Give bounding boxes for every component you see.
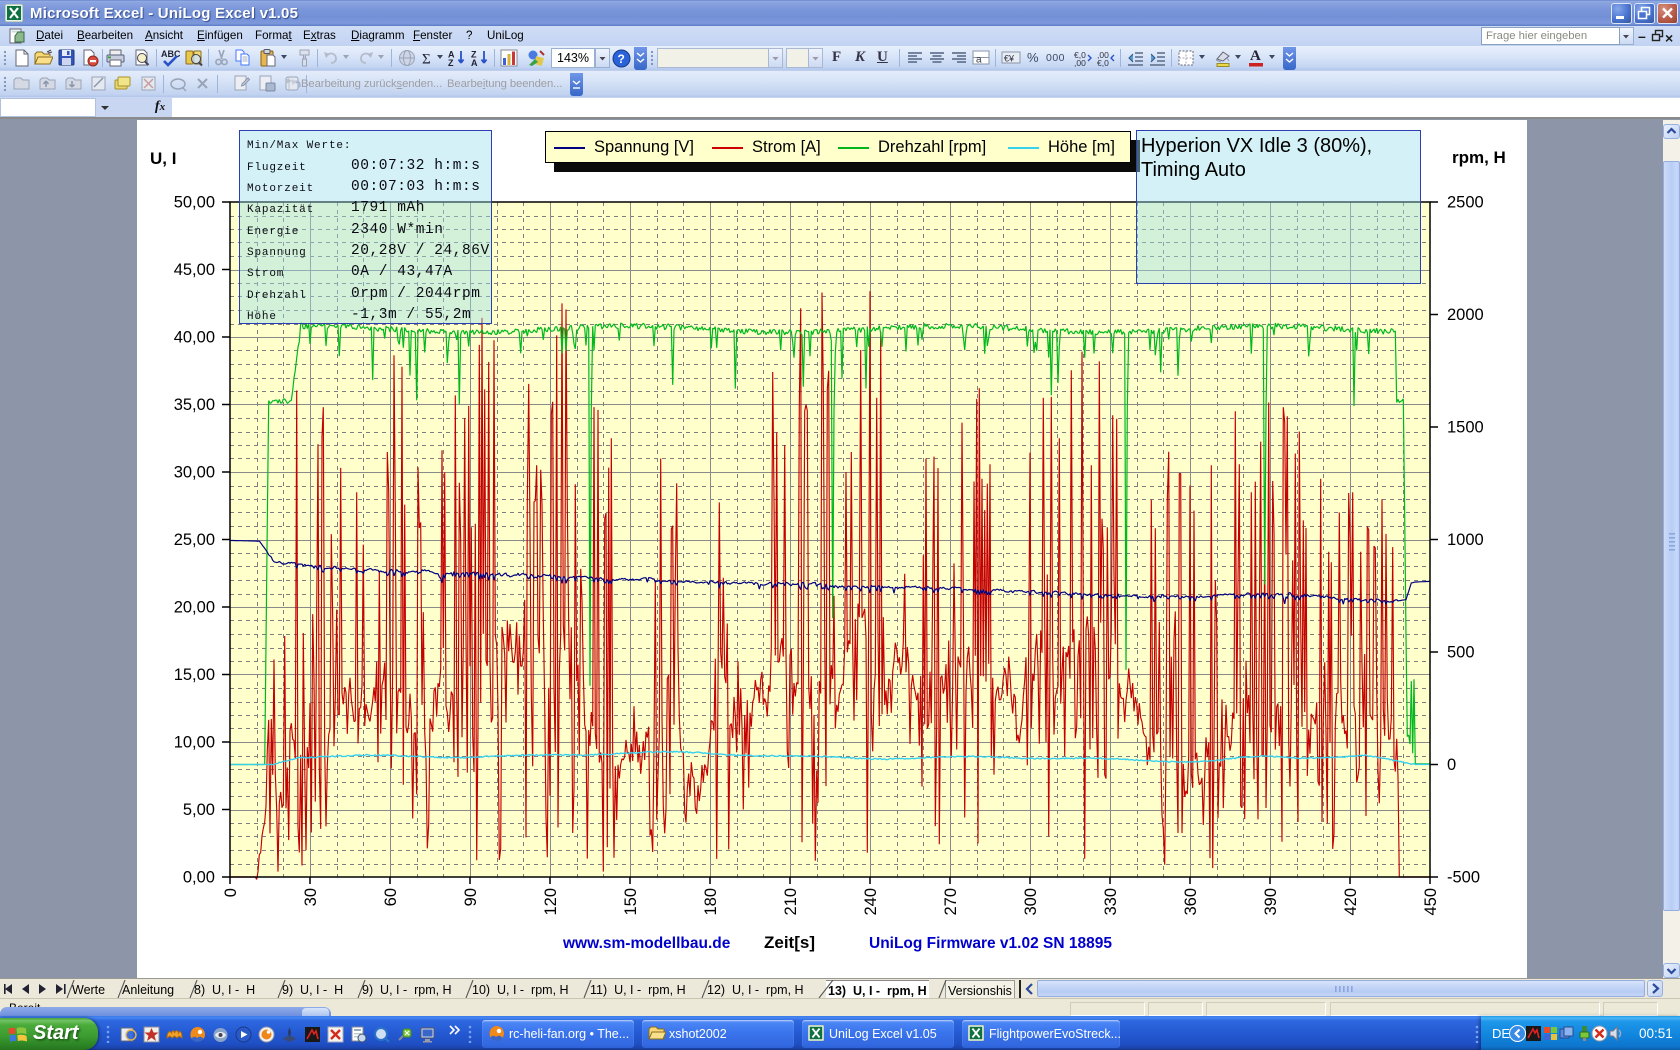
svg-text:450: 450 [1422, 888, 1440, 916]
svg-text:500: 500 [1447, 644, 1475, 662]
svg-text:60: 60 [382, 888, 400, 906]
svg-text:40,00: 40,00 [174, 329, 215, 347]
svg-text:240: 240 [862, 888, 880, 916]
svg-text:5,00: 5,00 [183, 801, 215, 819]
svg-text:a: a [976, 55, 982, 66]
svg-text:Z: Z [448, 58, 454, 67]
svg-text:90: 90 [462, 888, 480, 906]
svg-text:0: 0 [222, 888, 240, 897]
svg-text:0,00: 0,00 [183, 869, 215, 887]
svg-text:0: 0 [1447, 756, 1456, 774]
svg-text:360: 360 [1182, 888, 1200, 916]
svg-text:,00: ,00 [1074, 58, 1086, 67]
svg-text:€,0: €,0 [1097, 58, 1109, 67]
svg-text:2000: 2000 [1447, 306, 1484, 324]
svg-text:270: 270 [942, 888, 960, 916]
svg-text:25,00: 25,00 [174, 531, 215, 549]
svg-text:€¥: €¥ [1004, 54, 1015, 64]
svg-text:30,00: 30,00 [174, 464, 215, 482]
svg-text:180: 180 [702, 888, 720, 916]
svg-text:15,00: 15,00 [174, 666, 215, 684]
svg-text:Σ: Σ [422, 52, 431, 68]
svg-text:20,00: 20,00 [174, 599, 215, 617]
svg-text:A: A [471, 58, 478, 67]
svg-text:2500: 2500 [1447, 194, 1484, 212]
svg-text:420: 420 [1342, 888, 1360, 916]
svg-text:50,00: 50,00 [174, 194, 215, 212]
svg-text:390: 390 [1262, 888, 1280, 916]
svg-text:300: 300 [1022, 888, 1040, 916]
svg-text:35,00: 35,00 [174, 396, 215, 414]
svg-text:-500: -500 [1447, 869, 1480, 887]
svg-text:1000: 1000 [1447, 531, 1484, 549]
svg-text:?: ? [618, 52, 625, 66]
svg-text:1500: 1500 [1447, 419, 1484, 437]
svg-text:120: 120 [542, 888, 560, 916]
svg-text:210: 210 [782, 888, 800, 916]
svg-text:45,00: 45,00 [174, 261, 215, 279]
svg-text:30: 30 [302, 888, 320, 906]
svg-text:10,00: 10,00 [174, 734, 215, 752]
svg-text:150: 150 [622, 888, 640, 916]
svg-text:330: 330 [1102, 888, 1120, 916]
